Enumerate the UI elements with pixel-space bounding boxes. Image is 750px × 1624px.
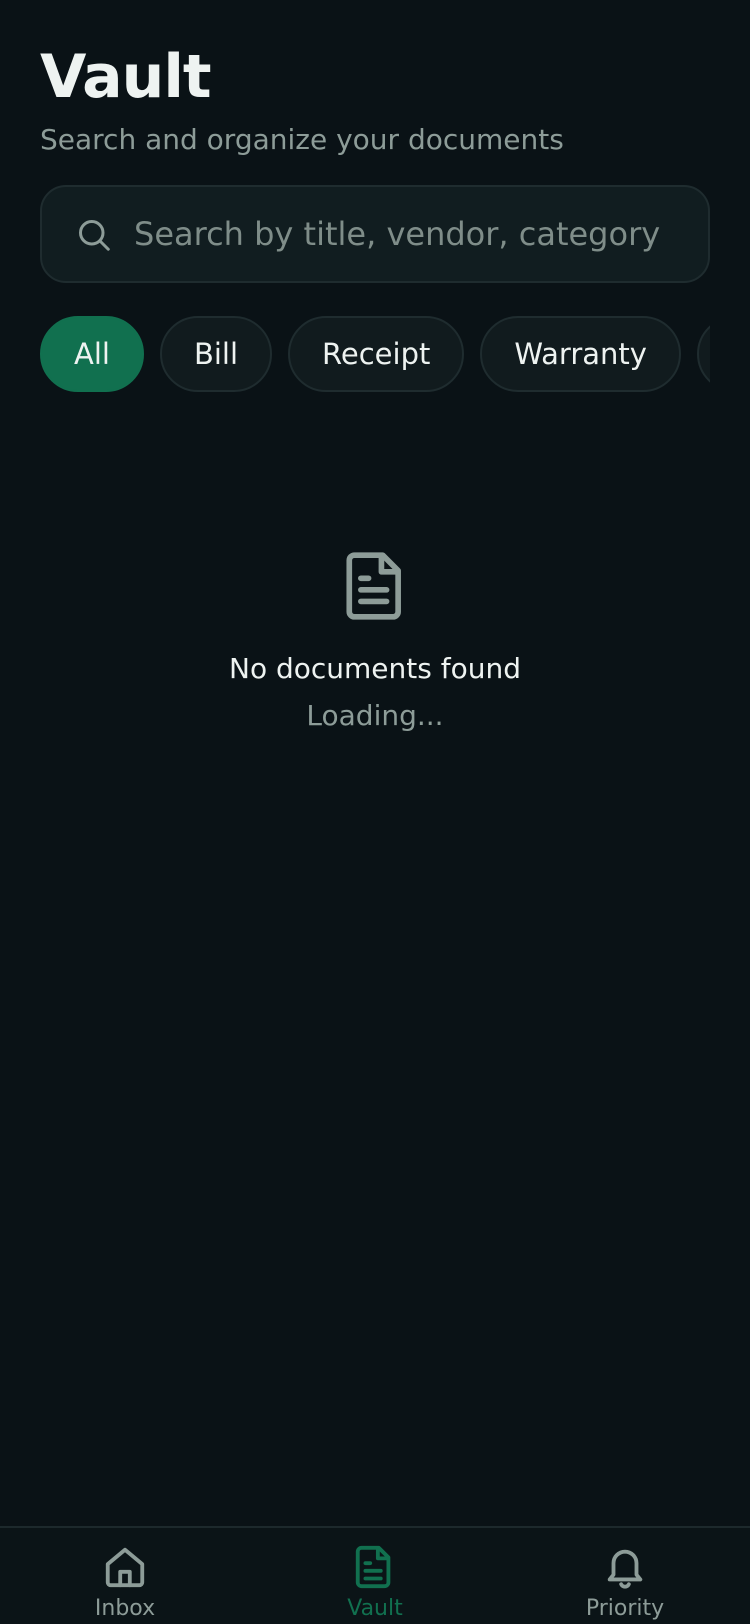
filter-chip-bill[interactable]: Bill <box>159 316 273 392</box>
tab-inbox-label: Inbox <box>94 1596 156 1621</box>
search-input[interactable] <box>134 209 694 259</box>
tab-priority[interactable]: Priority <box>500 1528 750 1624</box>
bottom-tab-bar: Inbox Vault Priority <box>0 1526 750 1624</box>
tab-inbox[interactable]: Inbox <box>0 1528 250 1624</box>
vault-screen: Vault Search and organize your documents… <box>0 0 750 1624</box>
tab-vault[interactable]: Vault <box>250 1528 500 1624</box>
tab-priority-label: Priority <box>585 1596 665 1621</box>
filter-chips: All Bill Receipt Warranty P <box>40 316 710 394</box>
filter-chip-receipt[interactable]: Receipt <box>288 316 465 392</box>
document-icon <box>355 1545 391 1589</box>
document-icon <box>346 552 401 620</box>
home-icon <box>105 1547 145 1588</box>
filter-chip-partial[interactable]: P <box>696 316 710 392</box>
filter-chip-all[interactable]: All <box>40 316 144 392</box>
loading-status: Loading... <box>306 699 444 732</box>
search-icon <box>79 220 110 251</box>
tab-vault-label: Vault <box>347 1596 403 1621</box>
bell-icon <box>607 1549 643 1589</box>
empty-state: No documents found Loading... <box>0 550 750 732</box>
search-bar[interactable] <box>40 185 710 283</box>
page-title: Vault <box>40 42 212 112</box>
empty-message: No documents found <box>229 652 521 685</box>
filter-chip-warranty[interactable]: Warranty <box>480 316 681 392</box>
page-subtitle: Search and organize your documents <box>40 123 564 156</box>
